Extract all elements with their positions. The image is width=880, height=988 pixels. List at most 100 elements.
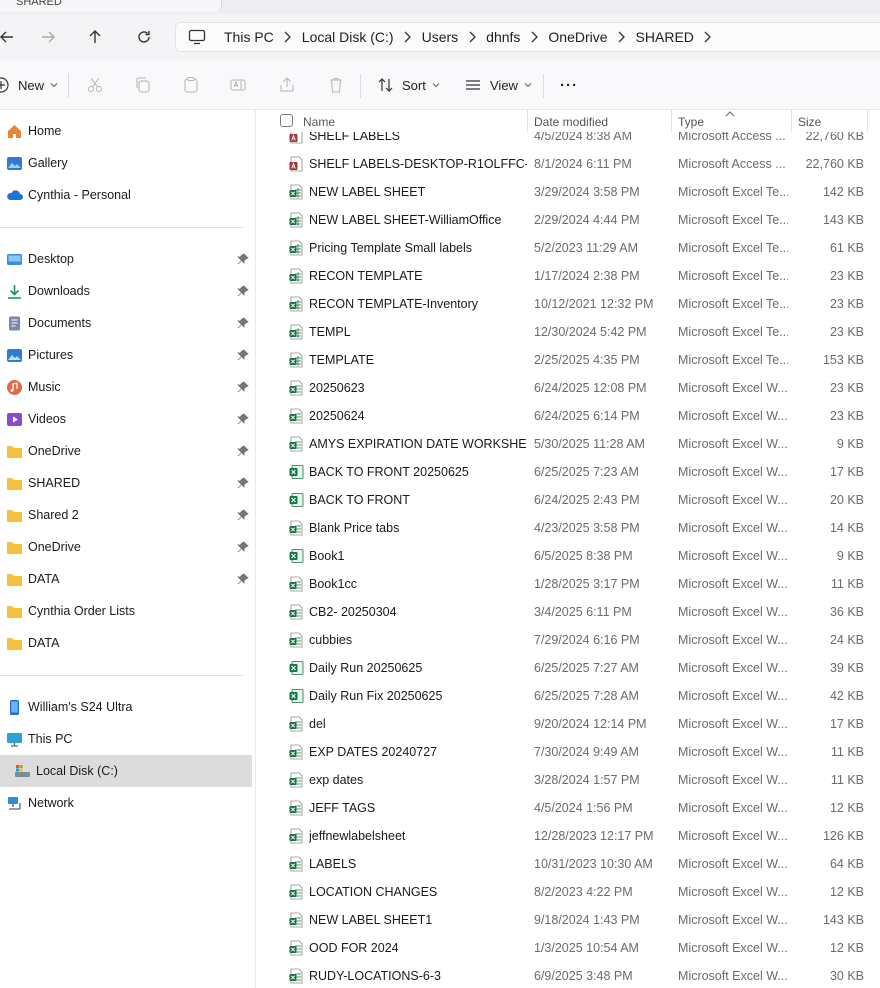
chevron-right-icon[interactable] [274, 31, 302, 43]
file-row[interactable]: Daily Run Fix 20250625 6/25/2025 7:28 AM M… [257, 682, 880, 710]
file-row[interactable]: RECON TEMPLATE 1/17/2024 2:38 PM Microsoft… [257, 262, 880, 290]
file-row[interactable]: CB2- 20250304 3/4/2025 6:11 PM Microsoft E… [257, 598, 880, 626]
breadcrumb-shared[interactable]: SHARED [636, 29, 694, 45]
file-row[interactable]: RUDY-LOCATIONS-6-3 6/9/2025 3:48 PM Micros… [257, 962, 880, 988]
sidebar-item-documents[interactable]: Documents [0, 307, 252, 339]
chevron-right-icon[interactable] [608, 31, 636, 43]
pin-icon[interactable] [237, 541, 249, 553]
file-row[interactable]: cubbies 7/29/2024 6:16 PM Microsoft Excel … [257, 626, 880, 654]
column-divider[interactable] [867, 110, 868, 132]
file-row[interactable]: EXP DATES 20240727 7/30/2024 9:49 AM Micro… [257, 738, 880, 766]
column-header-size[interactable]: Size [798, 115, 821, 129]
refresh-icon[interactable] [131, 24, 157, 50]
chevron-right-icon[interactable] [394, 31, 422, 43]
back-arrow-icon[interactable] [0, 24, 20, 50]
sort-button[interactable]: Sort [377, 73, 440, 97]
forward-arrow-icon[interactable] [35, 24, 61, 50]
file-row[interactable]: NEW LABEL SHEET-WilliamOffice 2/29/2024 4… [257, 206, 880, 234]
file-row[interactable]: 20250624 6/24/2025 6:14 PM Microsoft Excel… [257, 402, 880, 430]
file-row[interactable]: Pricing Template Small labels 5/2/2023 11… [257, 234, 880, 262]
breadcrumb-users[interactable]: Users [422, 29, 459, 45]
pin-icon[interactable] [237, 285, 249, 297]
file-date-modified: 2/29/2024 4:44 PM [534, 213, 640, 227]
sidebar-item-pictures[interactable]: Pictures [0, 339, 252, 371]
pin-icon[interactable] [237, 573, 249, 585]
new-button[interactable]: New [0, 73, 58, 97]
column-header-date-modified[interactable]: Date modified [534, 115, 608, 129]
file-row[interactable]: LOCATION CHANGES 8/2/2023 4:22 PM Microsof… [257, 878, 880, 906]
pin-icon[interactable] [237, 413, 249, 425]
file-row[interactable]: AMYS EXPIRATION DATE WORKSHEET... 5/30/20… [257, 430, 880, 458]
sidebar-item-local-disk[interactable]: Local Disk (C:) [0, 755, 252, 787]
pin-icon[interactable] [237, 317, 249, 329]
file-row[interactable]: RECON TEMPLATE-Inventory 10/12/2021 12:32… [257, 290, 880, 318]
up-arrow-icon[interactable] [82, 24, 108, 50]
copy-button[interactable] [134, 73, 152, 97]
pin-icon[interactable] [237, 253, 249, 265]
sidebar-item-phone[interactable]: William's S24 Ultra [0, 691, 252, 723]
paste-button[interactable] [182, 73, 200, 97]
pin-icon[interactable] [237, 381, 249, 393]
cut-button[interactable] [86, 73, 104, 97]
column-divider[interactable] [791, 110, 792, 132]
file-row[interactable]: JEFF TAGS 4/5/2024 1:56 PM Microsoft Excel… [257, 794, 880, 822]
file-row[interactable]: TEMPL 12/30/2024 5:42 PM Microsoft Excel T… [257, 318, 880, 346]
sidebar-item-desktop[interactable]: Desktop [0, 243, 252, 275]
pin-icon[interactable] [237, 477, 249, 489]
window-tab[interactable]: SHARED [0, 0, 222, 12]
file-row[interactable]: Book1cc 1/28/2025 3:17 PM Microsoft Excel … [257, 570, 880, 598]
file-row[interactable]: del 9/20/2024 12:14 PM Microsoft Excel W..… [257, 710, 880, 738]
chevron-right-icon[interactable] [520, 31, 548, 43]
sidebar-item-home[interactable]: Home [0, 115, 252, 147]
share-button[interactable] [278, 73, 296, 97]
sidebar-item-music[interactable]: Music [0, 371, 252, 403]
select-all-checkbox[interactable] [280, 114, 293, 127]
more-options-button[interactable]: ··· [560, 73, 578, 97]
sidebar-item-shared-2[interactable]: Shared 2 [0, 499, 252, 531]
column-divider[interactable] [671, 110, 672, 132]
pin-icon[interactable] [237, 445, 249, 457]
column-header-type[interactable]: Type [678, 115, 704, 129]
delete-button[interactable] [327, 73, 345, 97]
sidebar-item-data[interactable]: DATA [0, 563, 252, 595]
file-row[interactable]: NEW LABEL SHEET1 9/18/2024 1:43 PM Microso… [257, 906, 880, 934]
sidebar-item-onedrive-2[interactable]: OneDrive [0, 531, 252, 563]
column-header-name[interactable]: Name [303, 115, 335, 129]
file-row[interactable]: BACK TO FRONT 6/24/2025 2:43 PM Microsoft … [257, 486, 880, 514]
sidebar-item-network[interactable]: Network [0, 787, 252, 819]
file-row[interactable]: OOD FOR 2024 1/3/2025 10:54 AM Microsoft E… [257, 934, 880, 962]
rename-button[interactable] [229, 73, 247, 97]
breadcrumb-this-pc[interactable]: This PC [224, 29, 274, 45]
file-row[interactable]: LABELS 10/31/2023 10:30 AM Microsoft Excel… [257, 850, 880, 878]
sidebar-item-gallery[interactable]: Gallery [0, 147, 252, 179]
pin-icon[interactable] [237, 349, 249, 361]
file-row[interactable]: exp dates 3/28/2024 1:57 PM Microsoft Exce… [257, 766, 880, 794]
sidebar-item-cynthia-personal[interactable]: Cynthia - Personal [0, 179, 252, 211]
sidebar-item-videos[interactable]: Videos [0, 403, 252, 435]
sidebar-item-downloads[interactable]: Downloads [0, 275, 252, 307]
excel-template-icon [289, 324, 304, 340]
chevron-right-icon[interactable] [458, 31, 486, 43]
file-row[interactable]: Daily Run 20250625 6/25/2025 7:27 AM Micro… [257, 654, 880, 682]
view-button[interactable]: View [464, 73, 532, 97]
pin-icon[interactable] [237, 509, 249, 521]
column-divider[interactable] [527, 110, 528, 132]
file-row[interactable]: SHELF LABELS-DESKTOP-R1OLFFC-2 8/1/2024 6… [257, 150, 880, 178]
sidebar-item-onedrive[interactable]: OneDrive [0, 435, 252, 467]
sidebar-item-cynthia-order-lists[interactable]: Cynthia Order Lists [0, 595, 252, 627]
sidebar-item-this-pc[interactable]: This PC [0, 723, 252, 755]
file-row[interactable]: NEW LABEL SHEET 3/29/2024 3:58 PM Microsof… [257, 178, 880, 206]
file-row[interactable]: TEMPLATE 2/25/2025 4:35 PM Microsoft Excel… [257, 346, 880, 374]
breadcrumb-dhnfs[interactable]: dhnfs [486, 29, 520, 45]
address-bar[interactable]: This PC Local Disk (C:) Users dhnfs OneD… [175, 22, 880, 52]
file-row[interactable]: Blank Price tabs 4/23/2025 3:58 PM Microso… [257, 514, 880, 542]
file-row[interactable]: jeffnewlabelsheet 12/28/2023 12:17 PM Micr… [257, 822, 880, 850]
file-row[interactable]: 20250623 6/24/2025 12:08 PM Microsoft Exce… [257, 374, 880, 402]
file-row[interactable]: BACK TO FRONT 20250625 6/25/2025 7:23 AM M… [257, 458, 880, 486]
breadcrumb-onedrive[interactable]: OneDrive [548, 29, 607, 45]
sidebar-item-shared[interactable]: SHARED [0, 467, 252, 499]
file-row[interactable]: Book1 6/5/2025 8:38 PM Microsoft Excel W..… [257, 542, 880, 570]
sidebar-item-data-2[interactable]: DATA [0, 627, 252, 659]
breadcrumb-local-disk[interactable]: Local Disk (C:) [302, 29, 394, 45]
chevron-right-icon[interactable] [694, 31, 722, 43]
